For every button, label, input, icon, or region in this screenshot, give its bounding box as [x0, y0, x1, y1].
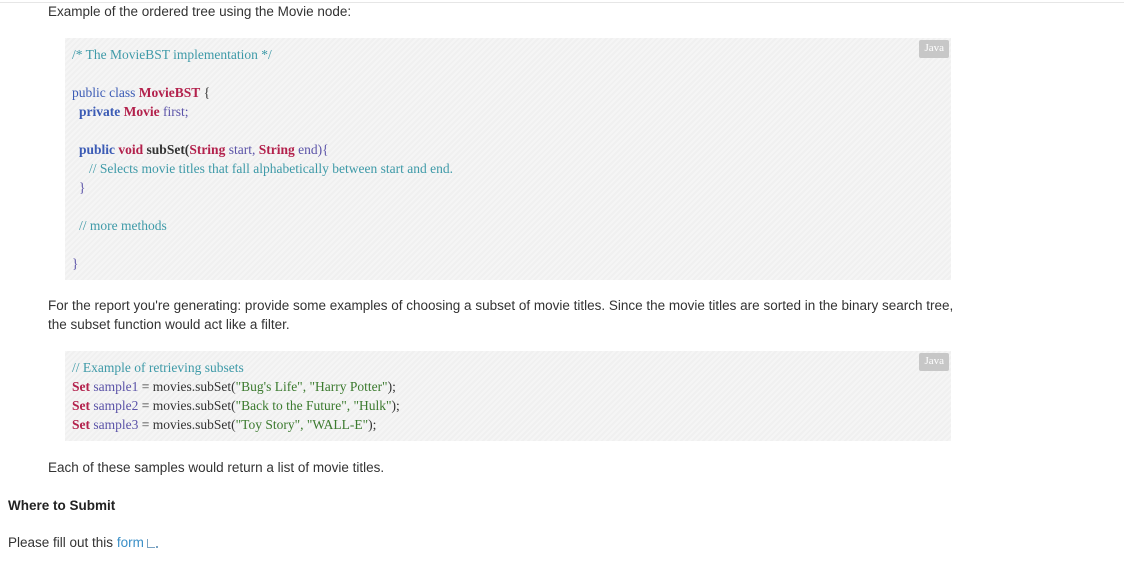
submit-heading: Where to Submit — [8, 498, 116, 513]
code-text: = movies.subSet( — [138, 398, 236, 413]
brace: } — [79, 180, 86, 195]
brace: } — [72, 256, 79, 271]
keyword: void — [118, 142, 144, 157]
keyword: class — [109, 85, 136, 100]
code-language-badge: Java — [919, 40, 949, 58]
code-comment: // more methods — [79, 218, 167, 233]
code-line: Set sample2 = movies.subSet("Back to the… — [72, 396, 400, 415]
keyword: public — [72, 85, 106, 100]
string-literal: "Back to the Future", "Hulk" — [235, 398, 392, 413]
method-name: subSet( — [146, 142, 190, 157]
samples-text: Each of these samples would return a lis… — [48, 460, 385, 475]
code-comment: /* The MovieBST implementation */ — [72, 47, 272, 62]
code-language-badge: Java — [919, 353, 949, 371]
external-link-icon — [146, 539, 155, 548]
type-name: Set — [72, 379, 90, 394]
type-name: Set — [72, 417, 90, 432]
form-link-label: form — [116, 535, 144, 550]
type-name: Movie — [123, 104, 160, 119]
type-name: Set — [72, 398, 90, 413]
intro-text: Example of the ordered tree using the Mo… — [48, 4, 352, 19]
string-literal: "Bug's Life", "Harry Potter" — [235, 379, 388, 394]
code-text: ); — [368, 417, 377, 432]
fill-form-text: Please fill out this form — [8, 533, 158, 552]
string-literal: "Toy Story", "WALL-E" — [235, 417, 369, 432]
code-line: } — [72, 254, 78, 273]
code-line: } — [79, 178, 85, 197]
code-text: = movies.subSet( — [138, 417, 236, 432]
fill-form-prefix: Please fill out this — [8, 535, 117, 550]
code-line: Set sample3 = movies.subSet("Toy Story",… — [72, 415, 376, 434]
code-line: // Example of retrieving subsets — [72, 358, 244, 377]
code-line: public class MovieBST { — [72, 83, 210, 102]
identifier: end){ — [298, 142, 329, 157]
form-link[interactable]: form — [117, 535, 158, 550]
code-text: ); — [391, 398, 400, 413]
identifier: first; — [163, 104, 189, 119]
code-line: // more methods — [79, 216, 167, 235]
code-line: // Selects movie titles that fall alphab… — [89, 159, 453, 178]
identifier: start, — [228, 142, 256, 157]
code-line: Set sample1 = movies.subSet("Bug's Life"… — [72, 377, 396, 396]
code-line: private Movie first; — [79, 102, 189, 121]
keyword: private — [79, 104, 121, 119]
identifier: sample1 — [93, 379, 139, 394]
code-block-moviebst: Java /* The MovieBST implementation */ p… — [65, 38, 951, 280]
brace: { — [203, 85, 211, 100]
code-comment: // Selects movie titles that fall alphab… — [89, 161, 454, 176]
type-name: String — [258, 142, 295, 157]
code-comment: // Example of retrieving subsets — [72, 360, 244, 375]
keyword: public — [79, 142, 116, 157]
code-line: public void subSet(String start, String … — [79, 140, 329, 159]
code-text: ); — [387, 379, 396, 394]
code-text: = movies.subSet( — [138, 379, 236, 394]
code-block-subsets: Java // Example of retrieving subsets Se… — [65, 351, 951, 441]
type-name: String — [189, 142, 226, 157]
code-line: /* The MovieBST implementation */ — [72, 45, 272, 64]
identifier: sample3 — [93, 417, 139, 432]
external-link-icon-dot — [155, 546, 158, 548]
report-text: For the report you're generating: provid… — [48, 298, 954, 332]
class-name: MovieBST — [138, 85, 201, 100]
identifier: sample2 — [93, 398, 139, 413]
